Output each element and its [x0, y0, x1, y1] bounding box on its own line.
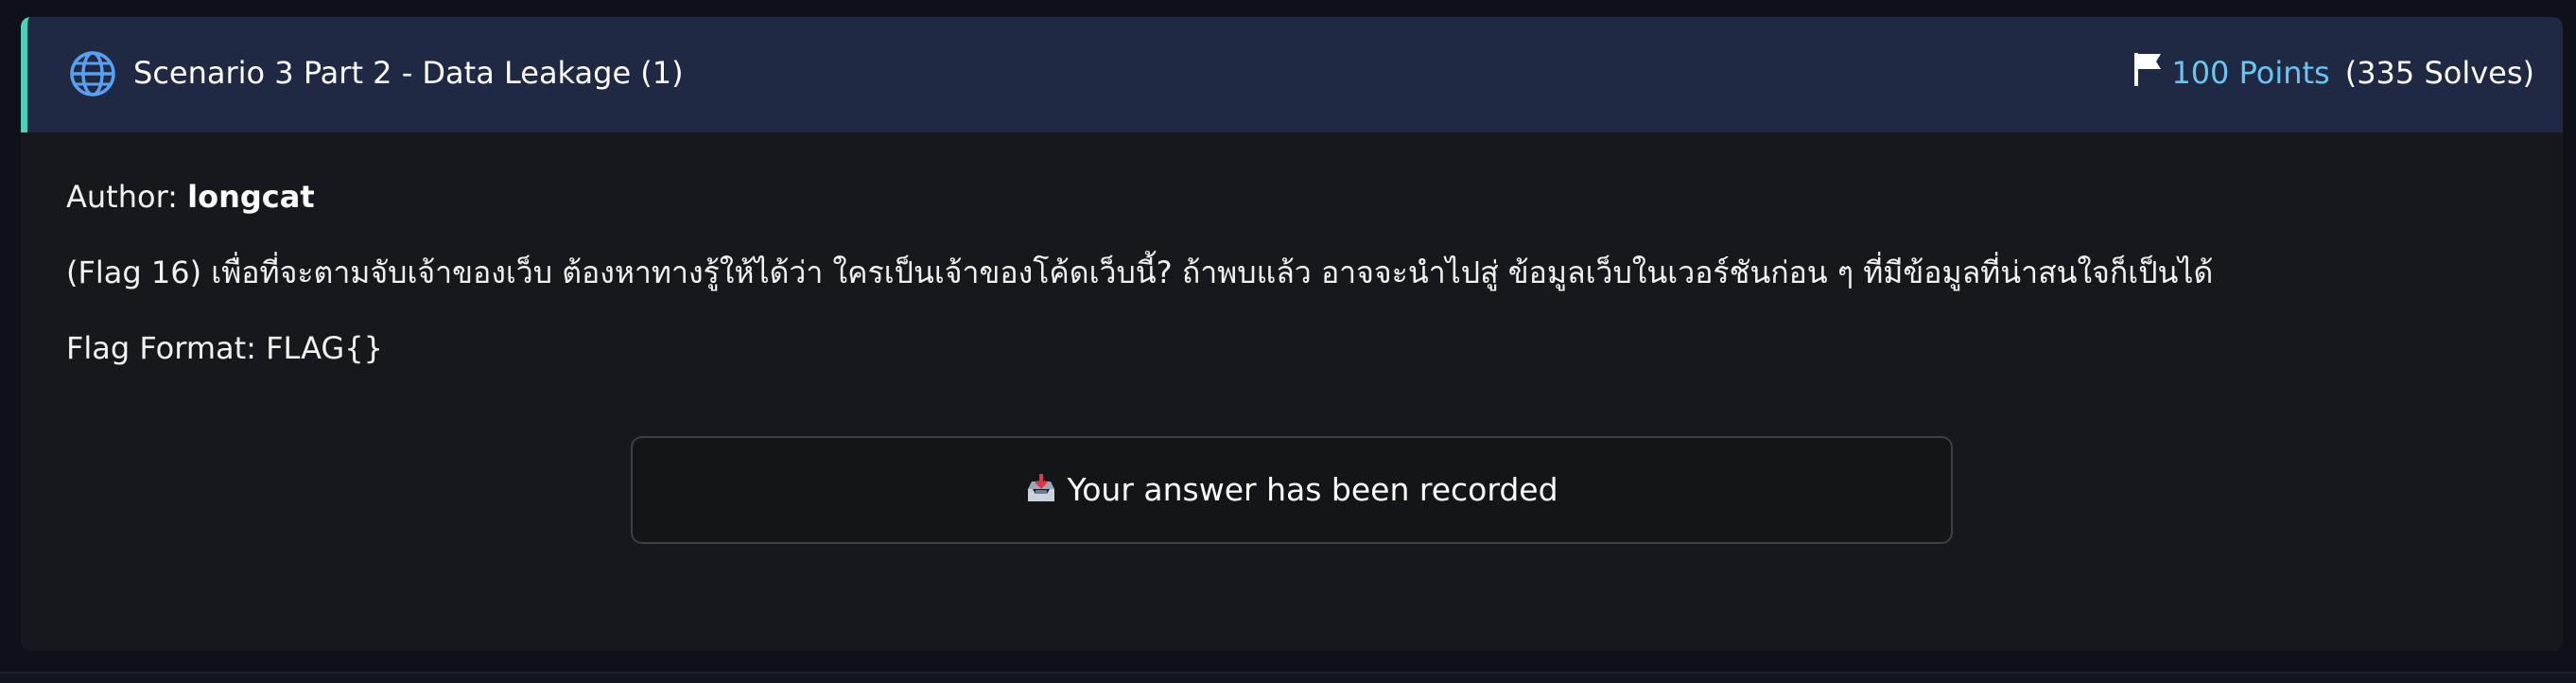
flag-icon [2132, 50, 2171, 96]
challenge-score: 100 Points (335 Solves) [2132, 52, 2534, 92]
inbox-tray-icon [1025, 472, 1067, 508]
answer-recorded-notice: Your answer has been recorded [631, 436, 1953, 544]
challenge-description: (Flag 16) เพื่อที่จะตามจับเจ้าของเว็บ ต้… [66, 254, 2214, 290]
author-label: Author: [66, 179, 178, 215]
answer-status-text: Your answer has been recorded [1067, 471, 1558, 508]
challenge-header[interactable]: Scenario 3 Part 2 - Data Leakage (1) 100… [21, 17, 2563, 132]
solves-count: (335 Solves) [2344, 55, 2534, 91]
page-bottom-divider [0, 672, 2576, 683]
challenge-body: Author: longcat (Flag 16) เพื่อที่จะตามจ… [21, 132, 2563, 651]
flag-format: Flag Format: FLAG{} [66, 330, 383, 366]
challenge-title: Scenario 3 Part 2 - Data Leakage (1) [133, 55, 684, 91]
points-value: 100 Points [2171, 55, 2330, 91]
author-name: longcat [187, 179, 315, 215]
author-line: Author: longcat [66, 178, 315, 216]
challenge-card: Scenario 3 Part 2 - Data Leakage (1) 100… [21, 17, 2563, 651]
